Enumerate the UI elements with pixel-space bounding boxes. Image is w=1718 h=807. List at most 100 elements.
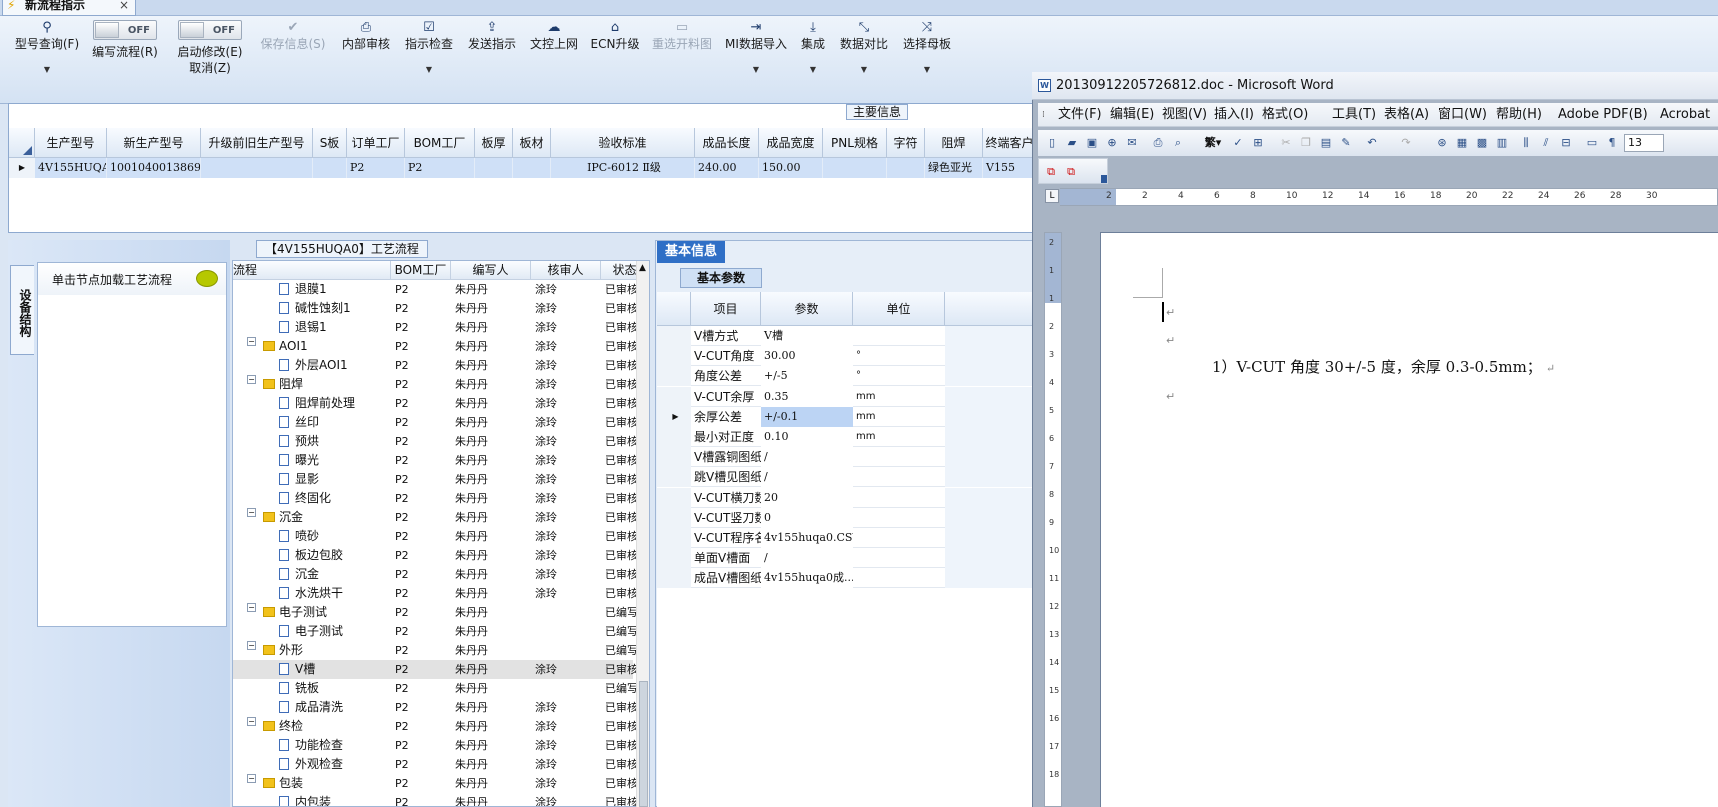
collapse-icon[interactable]: −: [247, 717, 256, 726]
param-value[interactable]: +/-0.1: [761, 406, 853, 427]
tree-node[interactable]: 电子测试: [263, 603, 391, 622]
toggle-switch[interactable]: OFF: [178, 20, 242, 40]
paste-icon[interactable]: ▤: [1318, 135, 1334, 151]
param-value[interactable]: 0.35: [761, 386, 853, 407]
grid-cell[interactable]: [313, 158, 347, 178]
chevron-down-icon[interactable]: ▼: [900, 62, 954, 78]
mi-import-button[interactable]: ⇥ MI数据导入 ▼: [722, 20, 790, 78]
tree-node[interactable]: 铣板: [279, 679, 391, 698]
col-header[interactable]: 生产型号: [35, 128, 107, 158]
param-value[interactable]: V槽: [761, 326, 853, 346]
col-header[interactable]: 阻焊: [925, 128, 983, 158]
pdf-convert-icon[interactable]: ⧉: [1043, 164, 1059, 180]
tree-node[interactable]: 功能检查: [279, 736, 391, 755]
col-header[interactable]: S板: [313, 128, 347, 158]
open-folder-icon[interactable]: ▰: [1064, 135, 1080, 151]
word-menu-item[interactable]: 插入(I): [1214, 103, 1254, 127]
tree-row[interactable]: − 阻焊 P2 朱丹丹 涂玲 已审核: [233, 375, 637, 394]
param-value[interactable]: +/-5: [761, 366, 853, 387]
grid-cell[interactable]: [823, 158, 887, 178]
tree-row[interactable]: 显影 P2 朱丹丹 涂玲 已审核: [233, 470, 637, 489]
tree-row[interactable]: − AOI1 P2 朱丹丹 涂玲 已审核: [233, 337, 637, 356]
toolbar-options-icon[interactable]: [1101, 175, 1107, 183]
traditional-chinese-icon[interactable]: 繁▾: [1198, 135, 1228, 151]
collapse-icon[interactable]: −: [247, 603, 256, 612]
grid-cell[interactable]: P2: [405, 158, 475, 178]
param-value[interactable]: 30.00: [761, 346, 853, 367]
param-value[interactable]: 20: [761, 487, 853, 508]
param-value[interactable]: 0.10: [761, 427, 853, 447]
tab-basic-params[interactable]: 基本参数: [680, 268, 762, 288]
tab-selector-icon[interactable]: L: [1045, 189, 1059, 203]
param-row[interactable]: ▶ 余厚公差 +/-0.1 mm: [657, 406, 1034, 427]
tree-node[interactable]: 退膜1: [279, 280, 391, 299]
save-icon[interactable]: ▣: [1084, 135, 1100, 151]
grid-cell[interactable]: IPC-6012 Ⅱ级: [551, 158, 695, 178]
tree-node[interactable]: AOI1: [263, 337, 391, 356]
param-value[interactable]: 4v155huqa0.CSV: [761, 528, 853, 548]
instruction-check-button[interactable]: ☑ 指示检查 ▼: [402, 20, 456, 78]
grid-cell[interactable]: [201, 158, 313, 178]
tree-row[interactable]: 电子测试 P2 朱丹丹 已编写: [233, 622, 637, 641]
tab-equipment-structure[interactable]: 设备结构: [10, 265, 34, 355]
param-value[interactable]: /: [761, 447, 853, 468]
research-icon[interactable]: ⊞: [1250, 135, 1266, 151]
param-row[interactable]: V-CUT角度 30.00 °: [657, 346, 1034, 367]
col-header[interactable]: 验收标准: [551, 128, 695, 158]
email-icon[interactable]: ✉: [1124, 135, 1140, 151]
param-row[interactable]: V槽方式 V槽: [657, 326, 1034, 346]
param-row[interactable]: 角度公差 +/-5 °: [657, 366, 1034, 387]
tree-node[interactable]: V槽: [279, 660, 391, 679]
col-header[interactable]: BOM工厂: [405, 128, 475, 158]
grid-cell[interactable]: [887, 158, 925, 178]
collapse-icon[interactable]: −: [247, 508, 256, 517]
grid-cell[interactable]: 240.00: [695, 158, 759, 178]
model-query-button[interactable]: ⚲ 型号查询(F) ▼: [12, 20, 82, 78]
tree-node[interactable]: 内包装: [279, 793, 391, 806]
data-compare-button[interactable]: ⤡ 数据对比 ▼: [838, 20, 890, 78]
tree-row[interactable]: 功能检查 P2 朱丹丹 涂玲 已审核: [233, 736, 637, 755]
tables-borders-icon[interactable]: ▦: [1454, 135, 1470, 151]
scroll-thumb[interactable]: [639, 681, 648, 807]
tree-col-header[interactable]: BOM工厂: [391, 261, 451, 280]
ecn-upgrade-button[interactable]: ⌂ ECN升级: [590, 20, 640, 52]
copy-icon[interactable]: ❐: [1298, 135, 1314, 151]
undo-icon[interactable]: ↶: [1364, 135, 1380, 151]
collapse-icon[interactable]: −: [247, 375, 256, 384]
param-row[interactable]: 单面V槽面 /: [657, 548, 1034, 569]
tree-node[interactable]: 沉金: [263, 508, 391, 527]
param-value[interactable]: 4v155huqa0成...: [761, 568, 853, 589]
col-header[interactable]: 终端客户: [983, 128, 1037, 158]
grid-cell[interactable]: [513, 158, 551, 178]
col-header[interactable]: 升级前旧生产型号: [201, 128, 313, 158]
tree-node[interactable]: 碱性蚀刻1: [279, 299, 391, 318]
tree-row[interactable]: 外层AOI1 P2 朱丹丹 涂玲 已审核: [233, 356, 637, 375]
chevron-down-icon[interactable]: ▼: [722, 62, 790, 78]
param-row[interactable]: 跳V槽见图纸 /: [657, 467, 1034, 488]
tree-node[interactable]: 丝印: [279, 413, 391, 432]
tree-row[interactable]: 成品清洗 P2 朱丹丹 涂玲 已审核: [233, 698, 637, 717]
tree-col-header[interactable]: 核审人: [531, 261, 601, 280]
reselect-cut-image-button[interactable]: ▭ 重选开料图: [650, 20, 714, 52]
tree-node[interactable]: 水洗烘干: [279, 584, 391, 603]
tree-row[interactable]: 内包装 P2 朱丹丹 涂玲 已审核: [233, 793, 637, 806]
close-icon[interactable]: ×: [119, 0, 129, 12]
tree-node[interactable]: 成品清洗: [279, 698, 391, 717]
tree-node[interactable]: 阻焊前处理: [279, 394, 391, 413]
scroll-up-icon[interactable]: ▲: [639, 263, 646, 273]
save-info-button[interactable]: ✔ 保存信息(S): [258, 20, 328, 52]
permission-icon[interactable]: ⊕: [1104, 135, 1120, 151]
redo-icon[interactable]: ↷: [1398, 135, 1414, 151]
cancel-label[interactable]: 取消(Z): [172, 60, 248, 76]
tree-node[interactable]: 显影: [279, 470, 391, 489]
grid-cell[interactable]: P2: [347, 158, 405, 178]
word-menu-item[interactable]: Adobe PDF(B): [1558, 103, 1648, 127]
grid-cell[interactable]: V155: [983, 158, 1037, 178]
col-header[interactable]: 板厚: [475, 128, 513, 158]
hyperlink-icon[interactable]: ⊛: [1434, 135, 1450, 151]
tab-new-flow[interactable]: ⚡ 新流程指示 ×: [2, 0, 136, 16]
tree-node[interactable]: 包装: [263, 774, 391, 793]
word-menu-item[interactable]: 帮助(H): [1496, 103, 1542, 127]
tree-row[interactable]: 阻焊前处理 P2 朱丹丹 涂玲 已审核: [233, 394, 637, 413]
tree-row[interactable]: 退锡1 P2 朱丹丹 涂玲 已审核: [233, 318, 637, 337]
